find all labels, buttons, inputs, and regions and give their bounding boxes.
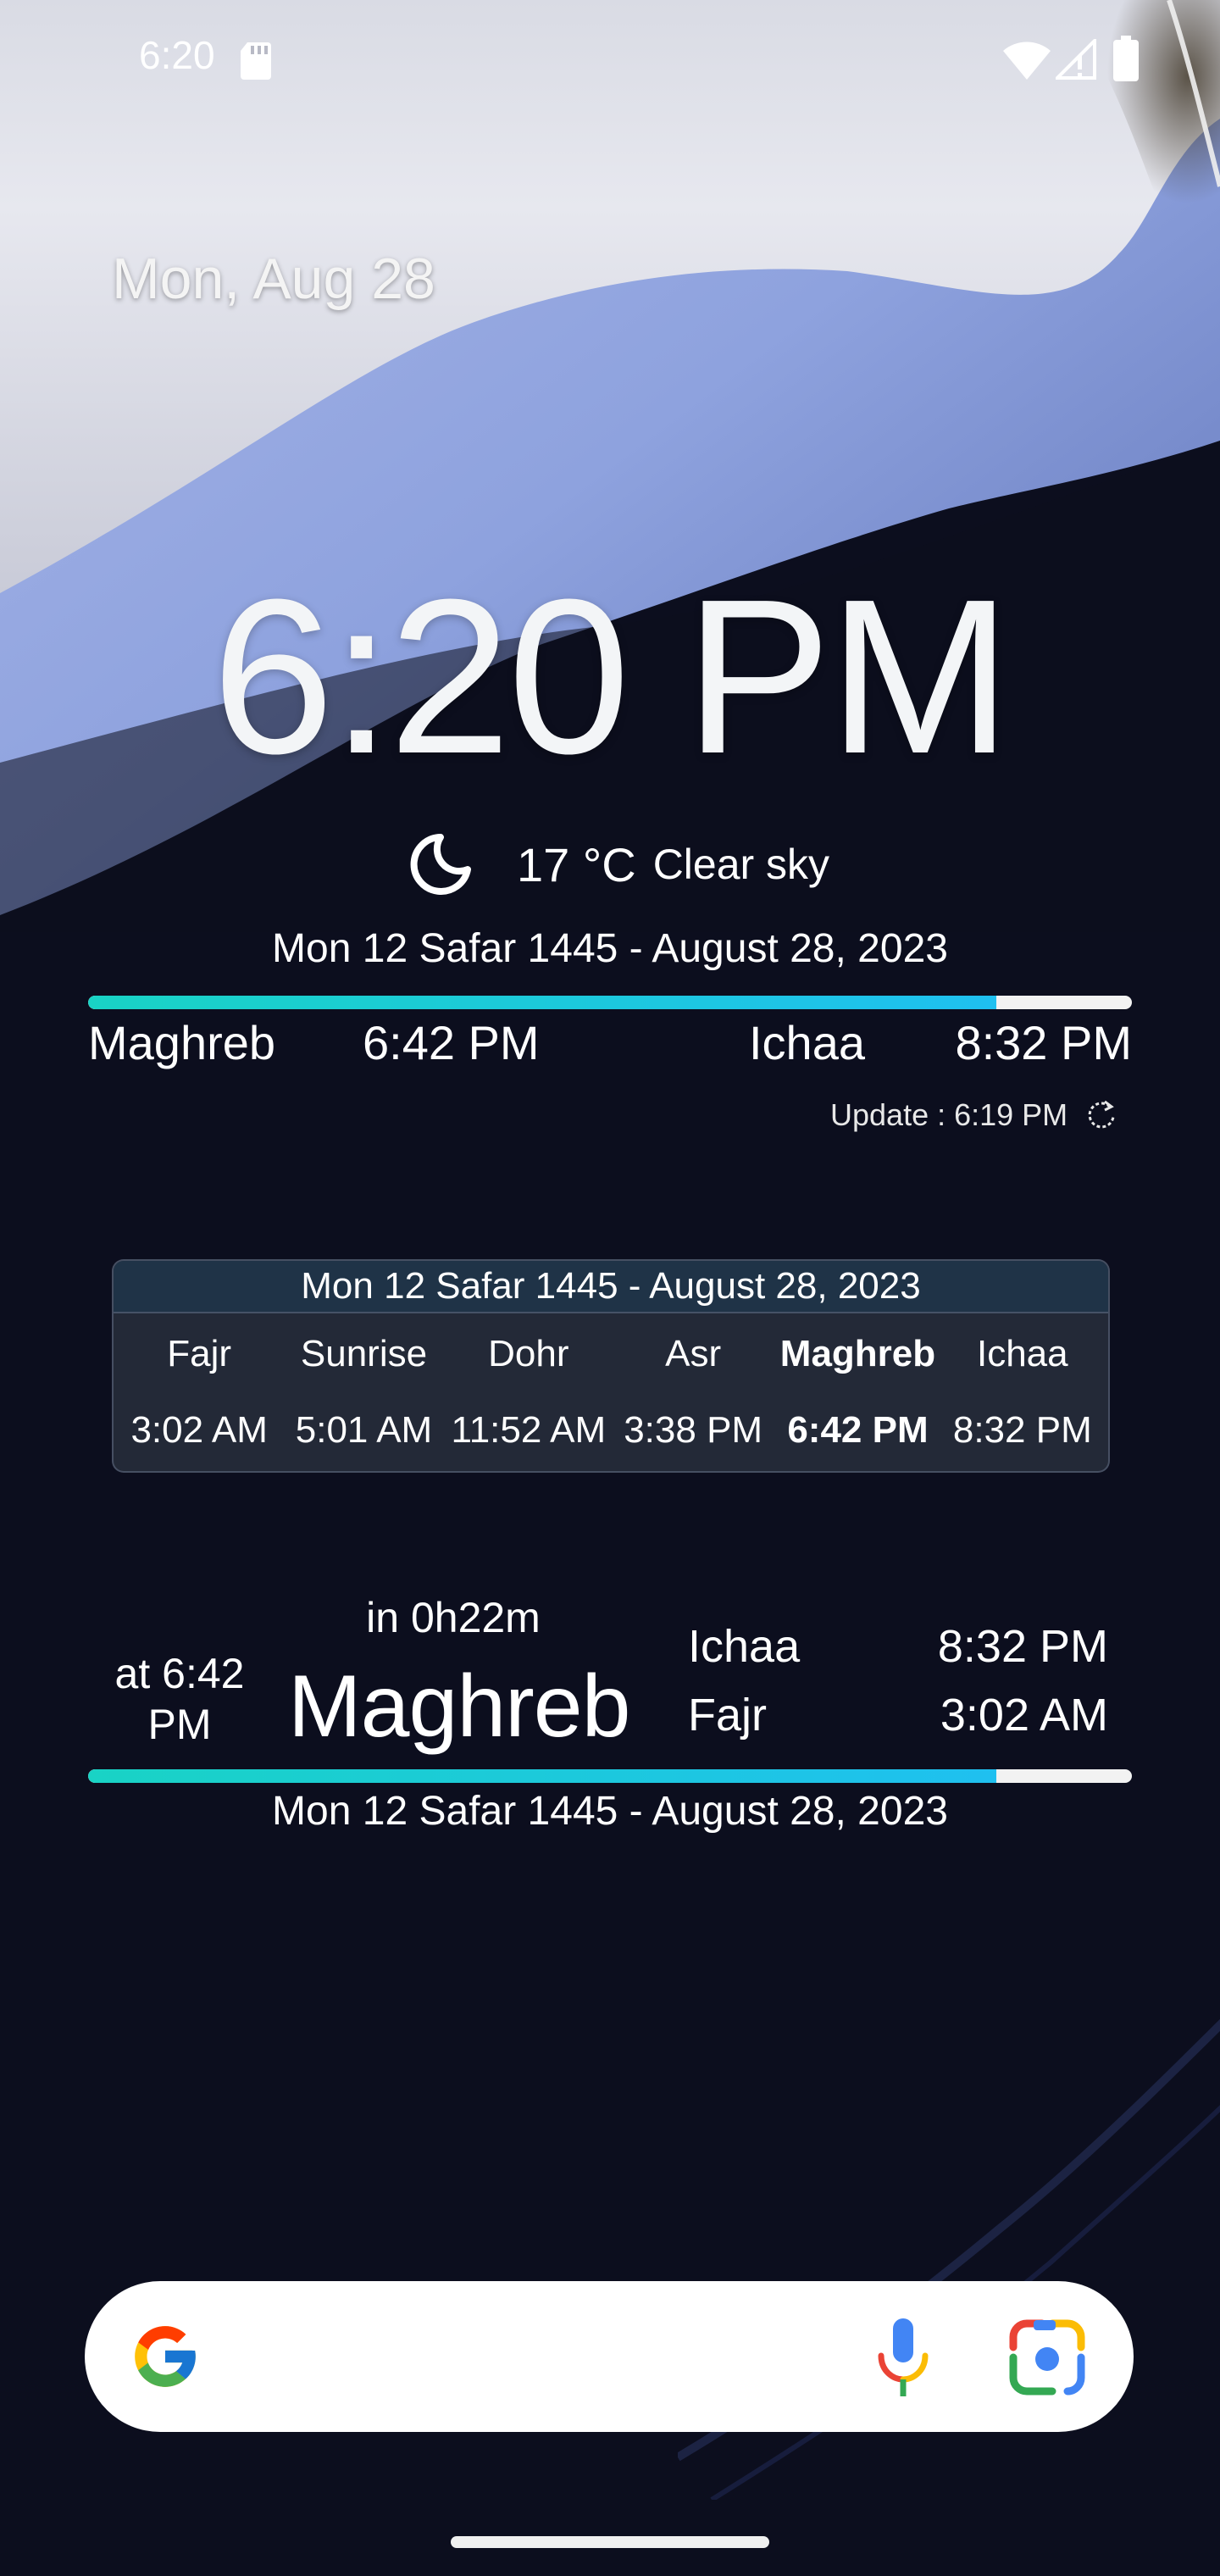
prayer-time: 3:38 PM [624, 1409, 763, 1451]
countdown-text: in 0h22m [366, 1594, 541, 1641]
prayer-name: Dohr [488, 1333, 569, 1374]
refresh-icon[interactable] [1084, 1098, 1118, 1132]
next-prayer-big-name[interactable]: Maghreb [288, 1657, 630, 1757]
prayer-name: Sunrise [300, 1333, 428, 1374]
current-prayer-time: 6:42 PM [363, 1016, 540, 1069]
prayer-name: Ichaa [976, 1333, 1068, 1374]
upcoming-prayer-name: Ichaa [688, 1621, 801, 1672]
prayer-column-dohr: Dohr 11:52 AM [446, 1313, 611, 1456]
at-time-line2: PM [147, 1701, 212, 1748]
prayer-table-grid: Fajr 3:02 AM Sunrise 5:01 AM Dohr 11:52 … [114, 1313, 1108, 1456]
next-prayer-at-time[interactable]: at 6:42 PM [103, 1648, 256, 1750]
prayer-name: Fajr [167, 1333, 232, 1374]
next-prayer-progress-fill [88, 1769, 996, 1783]
prayer-time: 6:42 PM [787, 1409, 929, 1451]
battery-icon [1113, 36, 1139, 81]
current-prayer-name: Maghreb [88, 1016, 276, 1069]
next-prayer-name: Ichaa [749, 1016, 865, 1069]
sd-card-icon [241, 42, 271, 80]
at-time-line1: at 6:42 [114, 1650, 245, 1697]
prayer-column-asr: Asr 3:38 PM [611, 1313, 775, 1456]
status-bar: 6:20 [0, 0, 1220, 119]
weather-condition: Clear sky [652, 841, 830, 888]
hijri-date: Mon 12 Safar 1445 - August 28, 2023 [272, 926, 948, 971]
prayer-column-ichaa: Ichaa 8:32 PM [940, 1313, 1105, 1456]
prayer-name: Maghreb [779, 1333, 936, 1374]
update-row[interactable]: Update : 6:19 PM [830, 1097, 1118, 1133]
upcoming-prayer-name: Fajr [688, 1690, 767, 1740]
moon-icon [410, 834, 471, 895]
upcoming-prayer-time: 8:32 PM [937, 1621, 1108, 1672]
clock-time[interactable]: 6:20 PM [0, 551, 1220, 804]
microphone-icon[interactable] [873, 2315, 934, 2400]
wifi-icon [1003, 42, 1051, 80]
prayer-table-widget[interactable]: Mon 12 Safar 1445 - August 28, 2023 Fajr… [112, 1259, 1110, 1473]
prayer-progress-bar [88, 996, 1132, 1009]
cellular-signal-icon [1056, 39, 1096, 80]
home-indicator[interactable] [451, 2536, 769, 2548]
prayer-time: 3:02 AM [130, 1409, 268, 1451]
weather-row[interactable]: 17 °C Clear sky [407, 826, 829, 902]
prayer-time: 5:01 AM [295, 1409, 433, 1451]
update-text: Update : 6:19 PM [830, 1097, 1068, 1132]
next-prayer-progress-bar [88, 1769, 1132, 1783]
prayer-column-fajr: Fajr 3:02 AM [117, 1313, 281, 1456]
weather-temperature: 17 °C [517, 837, 636, 891]
google-lens-icon[interactable] [1008, 2318, 1086, 2396]
prayer-progress-fill [88, 996, 996, 1009]
glance-date[interactable]: Mon, Aug 28 [112, 246, 435, 312]
status-time: 6:20 [139, 33, 215, 77]
prayer-column-maghreb: Maghreb 6:42 PM [775, 1313, 940, 1456]
prayer-column-sunrise: Sunrise 5:01 AM [281, 1313, 446, 1456]
next-widget-hijri-date: Mon 12 Safar 1445 - August 28, 2023 [272, 1789, 948, 1834]
upcoming-prayer-time: 3:02 AM [940, 1690, 1108, 1740]
next-prayer-time: 8:32 PM [955, 1016, 1132, 1069]
prayer-time: 8:32 PM [952, 1409, 1092, 1451]
prayer-table-header: Mon 12 Safar 1445 - August 28, 2023 [114, 1261, 1108, 1313]
prayer-time: 11:52 AM [451, 1409, 607, 1451]
prayer-name: Asr [665, 1333, 722, 1374]
google-g-icon[interactable] [129, 2320, 202, 2393]
google-search-bar[interactable] [85, 2281, 1134, 2432]
